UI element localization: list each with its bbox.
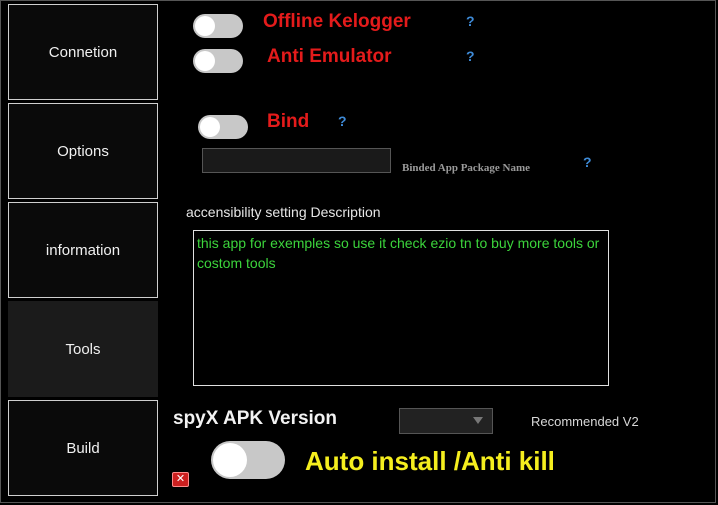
offline-keylogger-label: Offline Kelogger — [263, 11, 411, 32]
description-textarea[interactable]: this app for exemples so use it check ez… — [193, 230, 609, 386]
anti-emulator-label: Anti Emulator — [267, 46, 392, 67]
nav-tools[interactable]: Tools — [8, 301, 158, 397]
nav-connection[interactable]: Connetion — [8, 4, 158, 100]
toggle-knob — [195, 51, 215, 71]
apk-version-select[interactable] — [399, 408, 493, 434]
bind-toggle[interactable] — [198, 115, 248, 139]
auto-install-label: Auto install /Anti kill — [305, 446, 555, 476]
toggle-knob — [195, 16, 215, 36]
close-x-icon[interactable]: ✕ — [172, 472, 189, 487]
anti-emulator-help-icon[interactable]: ? — [466, 48, 475, 64]
nav-information[interactable]: information — [8, 202, 158, 298]
bind-package-label: Binded App Package Name — [402, 162, 531, 174]
toggle-knob — [200, 117, 220, 137]
offline-keylogger-help-icon[interactable]: ? — [466, 13, 475, 29]
bind-label: Bind — [267, 111, 310, 132]
bind-package-help-icon[interactable]: ? — [583, 154, 592, 170]
recommended-version-label: Recommended V2 — [531, 414, 639, 429]
offline-keylogger-toggle[interactable] — [193, 14, 243, 38]
apk-version-label: spyX APK Version — [173, 408, 338, 429]
description-label: accensibility setting Description — [186, 204, 381, 220]
nav-build[interactable]: Build — [8, 400, 158, 496]
bind-package-input[interactable] — [202, 148, 391, 173]
bind-help-icon[interactable]: ? — [338, 113, 347, 129]
anti-emulator-toggle[interactable] — [193, 49, 243, 73]
nav-options[interactable]: Options — [8, 103, 158, 199]
auto-install-toggle[interactable] — [211, 441, 285, 479]
chevron-down-icon — [473, 417, 483, 424]
toggle-knob — [213, 443, 247, 477]
